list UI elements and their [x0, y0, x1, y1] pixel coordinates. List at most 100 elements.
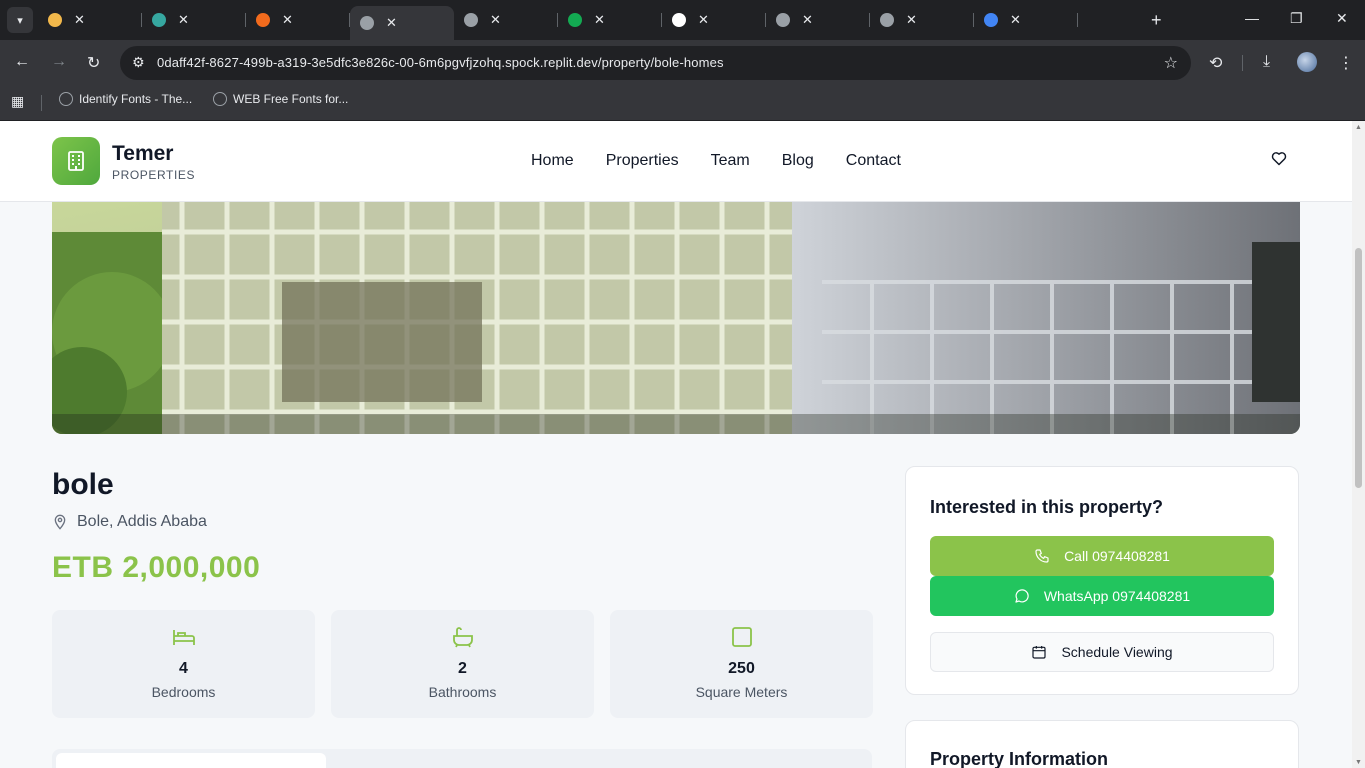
nav-link-properties[interactable]: Properties: [606, 152, 679, 170]
call-button[interactable]: Call 0974408281: [930, 536, 1274, 576]
browser-tab[interactable]: giftreal✕: [974, 0, 1126, 380]
reload-icon[interactable]: ↻: [87, 53, 100, 73]
contact-card: Interested in this property? Call 097440…: [905, 466, 1299, 695]
property-hero-image: [52, 202, 1300, 434]
stat-value: 2: [458, 660, 467, 677]
stat-value: 250: [728, 660, 755, 677]
browser-tab[interactable]: 0daff42✕: [350, 6, 507, 386]
browser-tab[interactable]: Build w✕: [870, 0, 1029, 380]
tab-favicon-icon: [880, 13, 894, 27]
page-scrollbar[interactable]: ▲ ▼: [1352, 121, 1365, 768]
new-tab-icon[interactable]: +: [1151, 10, 1162, 31]
tab-close-icon[interactable]: ✕: [698, 12, 709, 28]
brand-subtitle: PROPERTIES: [112, 168, 196, 182]
stat-bedrooms: 4 Bedrooms: [52, 610, 315, 718]
stat-label: Bathrooms: [428, 684, 497, 700]
whatsapp-button-label: WhatsApp 0974408281: [1043, 588, 1191, 604]
bed-icon: [173, 630, 195, 645]
toolbar-divider: [1242, 55, 1243, 71]
browser-tab[interactable]: AfroCa✕: [38, 0, 190, 380]
address-url[interactable]: 0daff42f-8627-499b-a319-3e5dfc3e826c-00-…: [157, 55, 724, 70]
property-title: bole: [52, 468, 114, 501]
building-icon: [68, 151, 84, 171]
nav-link-contact[interactable]: Contact: [846, 152, 901, 170]
tab-close-icon[interactable]: ✕: [282, 12, 293, 28]
browser-tab[interactable]: 0daff42✕: [454, 0, 611, 380]
map-pin-icon: [54, 514, 66, 530]
history-icon[interactable]: ⟲: [1209, 53, 1222, 73]
bookmark-item[interactable]: Identify Fonts - The...: [59, 92, 192, 106]
favorites-heart-icon[interactable]: [1271, 151, 1287, 171]
tab-list: AfroCa✕Temp M✕ColorPr✕0daff42✕0daff42✕Gi…: [38, 0, 1126, 386]
tab-close-icon[interactable]: ✕: [178, 12, 189, 28]
logo[interactable]: [52, 137, 100, 185]
tab-close-icon[interactable]: ✕: [802, 12, 813, 28]
tab-close-icon[interactable]: ✕: [906, 12, 917, 28]
phone-icon: [1035, 549, 1049, 563]
globe-icon: [213, 92, 227, 106]
scroll-down-arrow-icon[interactable]: ▼: [1355, 759, 1362, 766]
building-photo: [52, 202, 1300, 434]
bookmark-label: WEB Free Fonts for...: [233, 92, 349, 106]
property-tabs: [52, 749, 872, 768]
calendar-icon: [1032, 646, 1047, 659]
bookmarks-separator: [41, 95, 42, 111]
property-price: ETB 2,000,000: [52, 551, 261, 584]
stat-label: Bedrooms: [151, 684, 216, 700]
tab-favicon-icon: [464, 13, 478, 27]
site-info-icon[interactable]: ⚙: [132, 54, 145, 71]
stat-area: 250 Square Meters: [610, 610, 873, 718]
close-window-icon[interactable]: ✕: [1336, 10, 1348, 27]
message-circle-icon: [1015, 589, 1029, 603]
scrollbar-thumb[interactable]: [1355, 248, 1362, 488]
minimize-icon[interactable]: —: [1245, 10, 1259, 26]
tab-favicon-icon: [360, 16, 374, 30]
info-card-title: Property Information: [930, 749, 1109, 768]
browser-tab[interactable]: Gift Dat✕: [558, 0, 718, 380]
forward-icon[interactable]: →: [51, 53, 67, 71]
main-nav: Home Properties Team Blog Contact: [531, 152, 933, 170]
property-location: Bole, Addis Ababa: [52, 513, 207, 531]
schedule-viewing-button[interactable]: Schedule Viewing: [930, 632, 1274, 672]
tab-close-icon[interactable]: ✕: [386, 15, 397, 31]
back-icon[interactable]: ←: [14, 53, 30, 71]
browser-tab[interactable]: LMArer✕: [766, 0, 923, 380]
stat-value: 4: [179, 660, 188, 677]
schedule-button-label: Schedule Viewing: [1061, 644, 1173, 660]
tab-favicon-icon: [256, 13, 270, 27]
apps-grid-icon[interactable]: ▦: [11, 93, 24, 110]
nav-link-home[interactable]: Home: [531, 152, 574, 170]
address-bar[interactable]: ⚙ 0daff42f-8627-499b-a319-3e5dfc3e826c-0…: [120, 46, 1191, 80]
bookmark-item[interactable]: WEB Free Fonts for...: [213, 92, 348, 106]
tab-favicon-icon: [776, 13, 790, 27]
download-icon[interactable]: ⤓: [1263, 53, 1270, 71]
brand-name[interactable]: Temer: [112, 142, 173, 166]
tab-close-icon[interactable]: ✕: [1010, 12, 1021, 28]
nav-link-team[interactable]: Team: [711, 152, 750, 170]
square-icon: [732, 627, 752, 647]
tab-close-icon[interactable]: ✕: [594, 12, 605, 28]
tab-separator: [1077, 13, 1078, 27]
browser-toolbar: ← → ↻ ⚙ 0daff42f-8627-499b-a319-3e5dfc3e…: [0, 40, 1365, 86]
contact-card-title: Interested in this property?: [930, 497, 1164, 517]
whatsapp-button[interactable]: WhatsApp 0974408281: [930, 576, 1274, 616]
tab-close-icon[interactable]: ✕: [74, 12, 85, 28]
browser-tabstrip: ▾ AfroCa✕Temp M✕ColorPr✕0daff42✕0daff42✕…: [0, 0, 1365, 386]
profile-avatar[interactable]: [1297, 52, 1317, 72]
tab-active[interactable]: [56, 753, 326, 768]
location-text: Bole, Addis Ababa: [77, 513, 207, 530]
tab-favicon-icon: [568, 13, 582, 27]
browser-tab[interactable]: Temp M✕: [142, 0, 305, 380]
browser-tab[interactable]: Ddjalex✕: [662, 0, 821, 380]
menu-dots-icon[interactable]: ⋮: [1338, 53, 1354, 73]
tab-close-icon[interactable]: ✕: [490, 12, 501, 28]
browser-tab[interactable]: ColorPr✕: [246, 0, 408, 380]
nav-link-blog[interactable]: Blog: [782, 152, 814, 170]
tab-search-button[interactable]: ▾: [7, 7, 33, 33]
property-information-card: Property Information: [905, 720, 1299, 768]
bookmark-label: Identify Fonts - The...: [79, 92, 193, 106]
stat-label: Square Meters: [695, 684, 788, 700]
bookmark-star-icon[interactable]: ☆: [1164, 53, 1178, 73]
restore-icon[interactable]: ❐: [1290, 10, 1303, 27]
scroll-up-arrow-icon[interactable]: ▲: [1355, 124, 1362, 131]
